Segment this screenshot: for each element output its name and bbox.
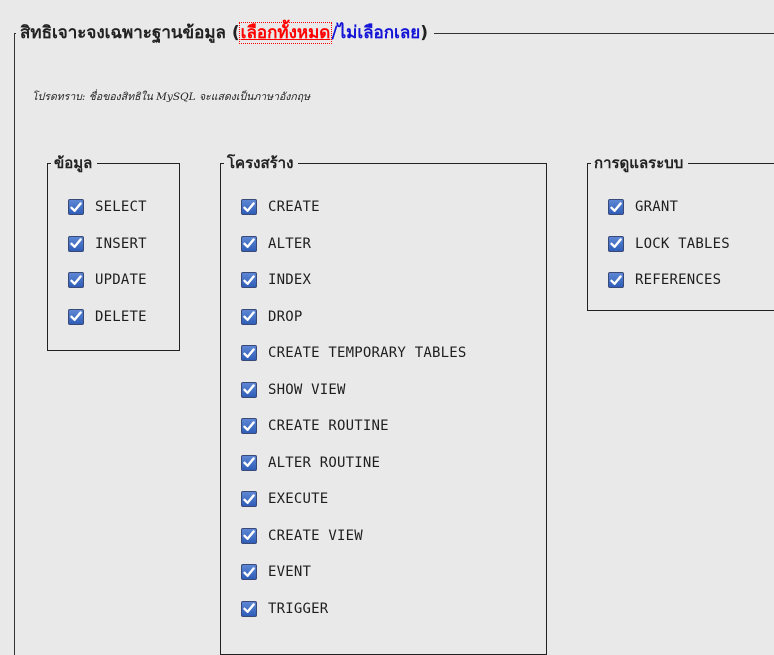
group-administration-legend: การดูแลระบบ — [591, 152, 689, 174]
privilege-label: GRANT — [635, 199, 679, 215]
privilege-create-routine[interactable]: CREATE ROUTINE — [241, 418, 389, 434]
privilege-label: ALTER — [268, 235, 312, 252]
privilege-checkbox[interactable] — [241, 491, 257, 507]
checkmark-icon — [243, 201, 255, 213]
privilege-label: EVENT — [268, 564, 312, 580]
privilege-checkbox[interactable] — [241, 454, 257, 471]
checkmark-icon — [610, 274, 622, 286]
checkmark-icon — [243, 566, 255, 578]
checkmark-icon — [70, 238, 82, 249]
privilege-checkbox[interactable] — [241, 381, 257, 398]
group-structure-legend: โครงสร้าง — [224, 152, 299, 174]
privilege-checkbox[interactable] — [241, 235, 257, 252]
privilege-trigger[interactable]: TRIGGER — [241, 600, 329, 617]
privilege-label: SHOW VIEW — [268, 381, 346, 398]
privilege-label: CREATE VIEW — [268, 527, 363, 544]
privilege-checkbox[interactable] — [241, 345, 257, 361]
privilege-checkbox[interactable] — [241, 600, 257, 617]
privilege-insert[interactable]: INSERT — [68, 235, 147, 252]
legend-title: สิทธิเจาะจงเฉพาะฐานข้อมูล ( — [20, 23, 240, 43]
privilege-label: LOCK TABLES — [635, 235, 730, 252]
privilege-checkbox[interactable] — [608, 199, 624, 215]
privilege-update[interactable]: UPDATE — [68, 272, 147, 288]
privilege-label: EXECUTE — [268, 491, 329, 507]
privilege-label: DROP — [268, 308, 303, 325]
checkmark-icon — [243, 311, 255, 322]
checkmark-icon — [243, 530, 255, 541]
privilege-checkbox[interactable] — [68, 308, 84, 325]
privilege-alter[interactable]: ALTER — [241, 235, 312, 252]
privilege-event[interactable]: EVENT — [241, 564, 311, 580]
privilege-checkbox[interactable] — [608, 235, 624, 252]
checkmark-icon — [610, 238, 622, 249]
privilege-execute[interactable]: EXECUTE — [241, 491, 328, 507]
group-data-legend: ข้อมูล — [51, 152, 98, 174]
checkmark-icon — [243, 238, 255, 249]
privilege-checkbox[interactable] — [241, 308, 257, 325]
privilege-create-view[interactable]: CREATE VIEW — [241, 527, 363, 544]
privilege-create[interactable]: CREATE — [241, 199, 320, 215]
privilege-checkbox[interactable] — [241, 527, 257, 544]
privilege-label: INDEX — [268, 272, 312, 288]
privilege-checkbox[interactable] — [68, 272, 84, 288]
checkmark-icon — [243, 457, 255, 468]
checkmark-icon — [243, 493, 255, 505]
privilege-label: SELECT — [95, 199, 147, 215]
privilege-delete[interactable]: DELETE — [68, 308, 147, 325]
checkmark-icon — [243, 347, 255, 359]
checkmark-icon — [243, 603, 255, 614]
privilege-checkbox[interactable] — [241, 564, 257, 580]
checkmark-icon — [70, 274, 82, 286]
privilege-label: ALTER ROUTINE — [268, 454, 381, 471]
privilege-label: CREATE TEMPORARY TABLES — [268, 345, 467, 361]
privilege-checkbox[interactable] — [241, 272, 257, 288]
privilege-drop[interactable]: DROP — [241, 308, 303, 325]
checkmark-icon — [243, 384, 255, 395]
select-none-link[interactable]: ไม่เลือกเลย — [338, 23, 421, 43]
privilege-label: TRIGGER — [268, 600, 329, 617]
privilege-checkbox[interactable] — [241, 199, 257, 215]
privilege-names-notice: โปรดทราบ: ชื่อของสิทธิใน MySQL จะแสดงเป็… — [32, 91, 311, 103]
privilege-checkbox[interactable] — [608, 272, 624, 288]
database-privileges-legend: สิทธิเจาะจงเฉพาะฐานข้อมูล (เลือกทั้งหมด/… — [16, 20, 435, 46]
privilege-index[interactable]: INDEX — [241, 272, 311, 288]
checkmark-icon — [70, 201, 82, 213]
privilege-alter-routine[interactable]: ALTER ROUTINE — [241, 454, 381, 471]
privilege-create-temporary-tables[interactable]: CREATE TEMPORARY TABLES — [241, 345, 466, 361]
privilege-label: DELETE — [95, 308, 147, 325]
privilege-checkbox[interactable] — [241, 418, 257, 434]
checkmark-icon — [70, 311, 82, 322]
legend-close-paren: ) — [420, 23, 429, 43]
privilege-label: CREATE ROUTINE — [268, 418, 389, 434]
checkmark-icon — [610, 201, 622, 213]
privilege-checkbox[interactable] — [68, 235, 84, 252]
privilege-grant[interactable]: GRANT — [608, 199, 678, 215]
privilege-references[interactable]: REFERENCES — [608, 272, 721, 288]
privilege-lock-tables[interactable]: LOCK TABLES — [608, 235, 730, 252]
privilege-select[interactable]: SELECT — [68, 199, 147, 215]
privilege-label: CREATE — [268, 199, 320, 215]
privilege-show-view[interactable]: SHOW VIEW — [241, 381, 346, 398]
privilege-label: UPDATE — [95, 272, 147, 288]
privilege-label: INSERT — [95, 235, 147, 252]
checkmark-icon — [243, 274, 255, 286]
privilege-checkbox[interactable] — [68, 199, 84, 215]
select-all-link[interactable]: เลือกทั้งหมด — [238, 22, 333, 44]
privilege-label: REFERENCES — [635, 272, 722, 288]
checkmark-icon — [243, 420, 255, 432]
